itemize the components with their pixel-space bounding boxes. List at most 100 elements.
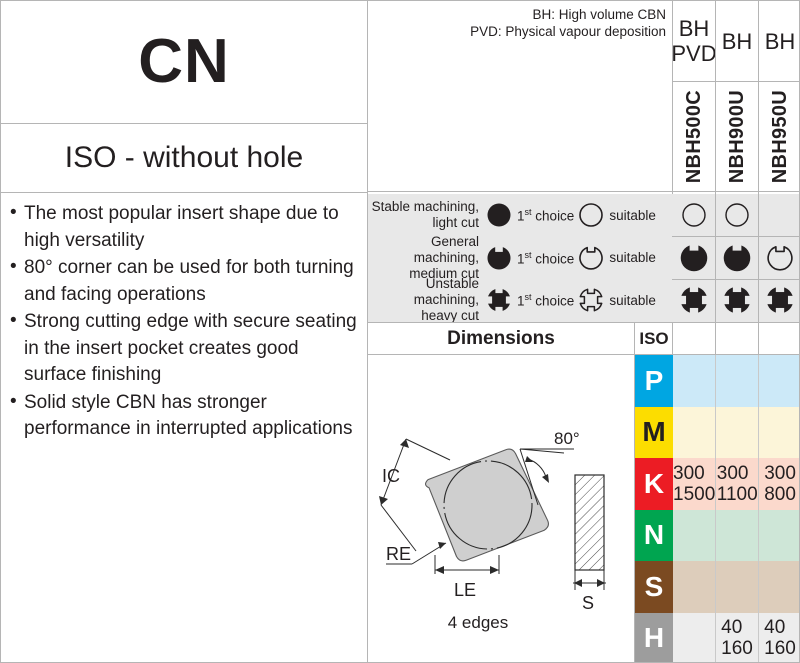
iso-value-cell bbox=[758, 355, 799, 407]
filled-quad-notched-circle-icon bbox=[486, 287, 512, 314]
rating-cell bbox=[759, 237, 799, 280]
page-title: CN bbox=[138, 27, 230, 96]
insert-dimension-drawing: 80° IC RE LE S 4 edges bbox=[368, 355, 634, 662]
grade-name-1: NBH500C bbox=[682, 89, 705, 184]
grade-name-2: NBH900U bbox=[725, 89, 748, 184]
dimensions-header: Dimensions bbox=[447, 327, 555, 349]
iso-subtitle: ISO - without hole bbox=[64, 141, 304, 174]
iso-value-cell bbox=[715, 561, 758, 613]
condition-row-stable: Stable machining, light cut 1st choice s… bbox=[368, 194, 673, 237]
iso-subtitle-cell: ISO - without hole bbox=[1, 124, 367, 192]
grade-type-line1: BH bbox=[721, 28, 753, 54]
note-line-pvd: PVD: Physical vapour deposition bbox=[470, 24, 666, 39]
legend-suitable-notch1: suitable bbox=[578, 245, 656, 271]
legend-suitable-circle: suitable bbox=[578, 202, 656, 228]
divider bbox=[672, 81, 799, 82]
shape-code-cell: CN bbox=[1, 1, 367, 123]
re-label: RE bbox=[386, 544, 411, 564]
condition-label-general: General machining, medium cut bbox=[409, 233, 479, 281]
iso-badge-k: K bbox=[635, 458, 673, 510]
insert-spec-sheet: CN ISO - without hole The most popular i… bbox=[0, 0, 800, 663]
le-label: LE bbox=[454, 580, 476, 600]
grade-name-3: NBH950U bbox=[768, 89, 791, 184]
outline-circle-icon bbox=[578, 202, 604, 228]
divider bbox=[672, 236, 799, 237]
feature-list: The most popular insert shape due to hig… bbox=[1, 193, 367, 444]
iso-value-cell bbox=[715, 509, 758, 561]
iso-badge-p: P bbox=[635, 355, 673, 407]
s-label: S bbox=[582, 593, 594, 613]
table-row: M bbox=[635, 406, 799, 459]
grade-column-header-3: BH NBH950U bbox=[759, 1, 799, 191]
filled-quad-notched-circle-icon bbox=[722, 285, 752, 316]
condition-label-unstable: Unstable machining, heavy cut bbox=[413, 276, 479, 324]
list-item: Strong cutting edge with secure seating … bbox=[9, 308, 357, 389]
iso-value-cell bbox=[673, 407, 715, 459]
ic-label: IC bbox=[382, 466, 400, 486]
angle-label: 80° bbox=[554, 429, 580, 448]
grade-type-3: BH bbox=[759, 1, 799, 81]
grade-type-line1: BH bbox=[764, 28, 796, 54]
grade-type-2: BH bbox=[716, 1, 758, 81]
filled-circle-icon bbox=[486, 202, 512, 228]
rating-cell bbox=[716, 194, 758, 237]
table-row: P bbox=[635, 355, 799, 407]
iso-value-cell: 40 160 bbox=[715, 612, 758, 662]
iso-value-cell bbox=[715, 355, 758, 407]
iso-badge-m: M bbox=[635, 406, 673, 458]
filled-quad-notched-circle-icon bbox=[679, 285, 709, 316]
grade-type-line2: PVD bbox=[671, 41, 717, 66]
rating-cell bbox=[673, 279, 715, 322]
iso-badge-h: H bbox=[635, 612, 673, 662]
rating-cell bbox=[716, 237, 758, 280]
rating-cell bbox=[673, 237, 715, 280]
left-panel: CN ISO - without hole The most popular i… bbox=[1, 1, 367, 662]
list-item: Solid style CBN has stronger performance… bbox=[9, 389, 357, 443]
filled-notched-circle-icon bbox=[486, 245, 512, 271]
divider bbox=[1, 192, 367, 193]
rating-column-1 bbox=[673, 194, 715, 322]
iso-value-cell bbox=[758, 561, 799, 613]
iso-value-cell bbox=[715, 406, 758, 458]
outline-quad-notched-circle-icon bbox=[578, 287, 604, 313]
divider bbox=[1, 123, 367, 124]
grade-abbreviation-note: BH: High volume CBN PVD: Physical vapour… bbox=[368, 1, 673, 191]
rating-cell bbox=[673, 194, 715, 237]
table-row: N bbox=[635, 509, 799, 562]
iso-value-cell bbox=[673, 355, 715, 407]
iso-value-cell bbox=[758, 509, 799, 561]
condition-row-unstable: Unstable machining, heavy cut 1st choice… bbox=[368, 276, 673, 324]
outline-circle-icon bbox=[724, 202, 750, 228]
grade-column-header-1: BH PVD NBH500C bbox=[671, 1, 717, 191]
outline-notched-circle-icon bbox=[578, 245, 604, 271]
iso-value-cell: 300 1100 bbox=[715, 458, 758, 510]
iso-badge-s: S bbox=[635, 561, 673, 613]
rating-cell-empty bbox=[759, 194, 799, 237]
iso-badge-n: N bbox=[635, 509, 673, 561]
filled-notched-circle-icon bbox=[679, 242, 709, 273]
condition-row-general: General machining, medium cut 1st choice bbox=[368, 233, 673, 281]
rating-column-2 bbox=[716, 194, 758, 322]
iso-header: ISO bbox=[639, 328, 669, 348]
table-row: K 300 1500 300 1100 300 800 bbox=[635, 458, 799, 510]
filled-quad-notched-circle-icon bbox=[765, 285, 795, 316]
iso-value-cell bbox=[673, 510, 715, 562]
filled-notched-circle-icon bbox=[722, 242, 752, 273]
iso-application-table: P M K 300 1500 300 1100 300 800 N S H 40… bbox=[635, 355, 799, 662]
machining-condition-legend: Stable machining, light cut 1st choice s… bbox=[368, 194, 673, 324]
divider bbox=[672, 279, 799, 280]
condition-label-stable: Stable machining, light cut bbox=[371, 199, 479, 231]
iso-value-cell bbox=[673, 561, 715, 613]
rating-cell bbox=[759, 279, 799, 322]
legend-first-choice-notch1: 1st choice bbox=[486, 245, 574, 271]
legend-suitable-notch4: suitable bbox=[578, 287, 656, 313]
iso-value-cell bbox=[758, 406, 799, 458]
rating-column-3 bbox=[759, 194, 799, 322]
list-item: The most popular insert shape due to hig… bbox=[9, 200, 357, 254]
outline-notched-circle-icon bbox=[766, 244, 794, 272]
rating-cell-grid bbox=[673, 194, 799, 322]
divider bbox=[367, 191, 799, 192]
list-item: 80° corner can be used for both turning … bbox=[9, 254, 357, 308]
table-row: S bbox=[635, 561, 799, 613]
note-line-bh: BH: High volume CBN bbox=[532, 7, 666, 22]
